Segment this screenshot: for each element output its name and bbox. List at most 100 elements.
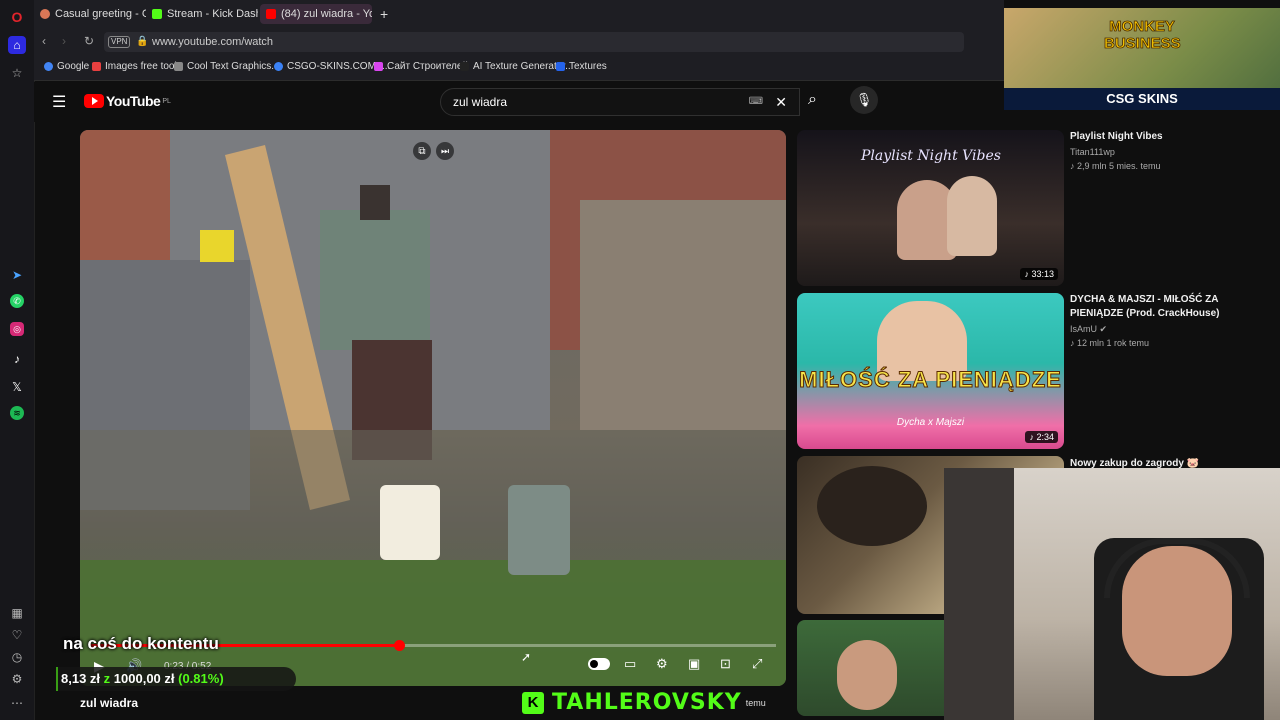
url-field[interactable]: VPN 🔒 www.youtube.com/watch: [104, 32, 964, 52]
duration-text: 2:34: [1036, 432, 1054, 442]
thumbnail-text: Playlist Night Vibes: [861, 148, 1001, 164]
kick-channel-banner: K TAHLEROVSKY temu: [522, 690, 766, 715]
subtitles-icon[interactable]: ▭: [624, 656, 636, 672]
stream-caption: na coś do kontentu: [63, 634, 219, 653]
keyboard-icon[interactable]: ⌨: [749, 89, 763, 115]
claude-icon: [40, 9, 50, 19]
playlist-add-icon[interactable]: ⧉: [413, 142, 431, 160]
metal-bucket: [508, 485, 570, 575]
bookmark-label: Google: [57, 61, 90, 72]
kick-channel-name: TAHLEROVSKY: [552, 690, 742, 715]
tab-claude[interactable]: Casual greeting - Claude: [34, 4, 146, 24]
bookmark-cool-text[interactable]: Cool Text Graphics...: [174, 61, 280, 72]
progress-scrubber[interactable]: [393, 640, 405, 651]
new-tab-button[interactable]: +: [374, 4, 394, 24]
verified-icon: ✔: [1099, 324, 1108, 334]
forward-icon[interactable]: ›: [62, 34, 66, 48]
bookmark-builders-site[interactable]: Сайт Строителей: [374, 61, 468, 72]
bookmark-label: Images free tools: [105, 61, 182, 72]
tiktok-icon[interactable]: ♪: [8, 350, 26, 368]
opera-sidebar: O ⌂ ☆ ➤ ✆ ◎ ♪ 𝕏 ≋ ▦ ♡ ◷ ⚙ ⋯: [0, 0, 35, 720]
mouse-cursor-icon: ➚: [521, 650, 532, 664]
reload-icon[interactable]: ↻: [84, 34, 94, 48]
thumbnail-bird: [817, 466, 927, 546]
instagram-icon[interactable]: ◎: [10, 322, 24, 336]
white-bucket: [380, 485, 440, 560]
tab-youtube[interactable]: (84) zul wiadra - YouTube: [260, 4, 372, 24]
thumbnail-face: [837, 640, 897, 710]
spotify-icon[interactable]: ≋: [10, 406, 24, 420]
rec-thumbnail-1[interactable]: Playlist Night Vibes ♪ 33:13: [797, 130, 1064, 286]
bookmark-icon: [460, 62, 469, 71]
clear-search-icon[interactable]: ✕: [775, 89, 787, 115]
rec-thumbnail-2[interactable]: MIŁOŚĆ ZA PIENIĄDZE Dycha x Majszi ♪ 2:3…: [797, 293, 1064, 449]
rec-meta-text: 12 mln 1 rok temu: [1077, 338, 1150, 348]
kick-logo-icon: K: [522, 691, 544, 714]
ad-brand: CSG SKINS: [1004, 88, 1280, 110]
bookmark-textures[interactable]: Textures: [556, 61, 607, 72]
bookmark-label: Сайт Строителей: [387, 61, 469, 72]
video-player[interactable]: ⧉ ⏭ ▶ 🔊 0:23 / 0:52 ▭ ⚙ ▣ ⊡ ⤢: [80, 130, 786, 686]
duration-text: 33:13: [1031, 269, 1054, 279]
person-head: [360, 185, 390, 220]
star-icon[interactable]: ☆: [8, 64, 26, 82]
menu-icon[interactable]: ☰: [52, 92, 66, 112]
bookmark-icon: [274, 62, 283, 71]
search-icon[interactable]: ⌕: [808, 91, 817, 109]
tab-kick[interactable]: Stream - Kick Dashboard: [146, 4, 258, 24]
fullscreen-icon[interactable]: ⤢: [752, 656, 762, 672]
youtube-logo[interactable]: YouTube PL: [84, 93, 171, 109]
heart-icon[interactable]: ♡: [8, 626, 26, 644]
ad-title-line: MONKEY: [1109, 18, 1176, 36]
rec-title-1[interactable]: Playlist Night Vibes: [1070, 130, 1270, 144]
autoplay-toggle[interactable]: [588, 658, 610, 670]
tab-bar: Casual greeting - Claude Stream - Kick D…: [34, 0, 1004, 28]
settings-icon[interactable]: ⚙: [8, 670, 26, 688]
goal-current: 8,13 zł: [61, 671, 101, 686]
skip-icon[interactable]: ⏭: [436, 142, 454, 160]
whatsapp-icon[interactable]: ✆: [10, 294, 24, 308]
thumbnail-subtext: Dycha x Majszi: [896, 417, 965, 428]
lock-icon: 🔒: [136, 36, 149, 47]
settings-gear-icon[interactable]: ⚙: [656, 656, 668, 672]
donation-goal-bar: 8,13 zł z 1000,00 zł (0.81%): [56, 667, 296, 691]
wood-stack: [580, 200, 786, 430]
cast-icon[interactable]: ⊡: [720, 656, 731, 672]
google-icon: [44, 62, 53, 71]
vpn-badge[interactable]: VPN: [108, 36, 131, 48]
x-icon[interactable]: 𝕏: [8, 378, 26, 396]
tab-label: (84) zul wiadra - YouTube: [281, 8, 372, 20]
donation-goal-text: 8,13 zł z 1000,00 zł (0.81%): [61, 671, 224, 686]
more-icon[interactable]: ⋯: [8, 694, 26, 712]
bookmark-icon: [374, 62, 383, 71]
rec-channel-1[interactable]: Titan111wp: [1070, 147, 1115, 157]
messenger-icon[interactable]: ➤: [8, 266, 26, 284]
history-icon[interactable]: ◷: [8, 648, 26, 666]
bookmark-label: Textures: [569, 61, 607, 72]
bookmark-icon: [174, 62, 183, 71]
bookmark-icon: [92, 62, 101, 71]
bookmark-csgo-skins[interactable]: CSGO-SKINS.COM -...: [274, 61, 390, 72]
bookmark-images-free-tools[interactable]: Images free tools: [92, 61, 182, 72]
back-icon[interactable]: ‹: [42, 34, 46, 48]
rec-channel-2[interactable]: IsAmU ✔: [1070, 324, 1107, 335]
miniplayer-icon[interactable]: ▣: [688, 656, 700, 672]
opera-logo-icon[interactable]: O: [8, 8, 26, 26]
search-input[interactable]: zul wiadra ⌨ ✕: [440, 88, 800, 116]
url-text: www.youtube.com/watch: [152, 36, 274, 48]
home-icon[interactable]: ⌂: [8, 36, 26, 54]
thumbnail-text: MIŁOŚĆ ZA PIENIĄDZE: [799, 367, 1062, 392]
sponsor-ad-overlay: MONKEY BUSINESS CSG SKINS: [1004, 8, 1280, 110]
music-note-icon: ♪: [1070, 161, 1078, 171]
tab-label: Stream - Kick Dashboard: [167, 8, 258, 20]
music-note-icon: ♪: [1070, 338, 1078, 348]
goal-separator: z: [103, 671, 111, 686]
person-body: [320, 210, 430, 350]
bookmarks-bar: Google Images free tools Cool Text Graph…: [34, 56, 1004, 81]
microphone-icon[interactable]: 🎙: [850, 86, 878, 114]
rec-meta-2: ♪ 12 mln 1 rok temu: [1070, 338, 1149, 348]
bookmark-google[interactable]: Google: [44, 61, 89, 72]
tab-label: Casual greeting - Claude: [55, 8, 146, 20]
rec-title-2[interactable]: DYCHA & MAJSZI - MIŁOŚĆ ZA PIENIĄDZE (Pr…: [1070, 293, 1270, 321]
extensions-icon[interactable]: ▦: [8, 604, 26, 622]
